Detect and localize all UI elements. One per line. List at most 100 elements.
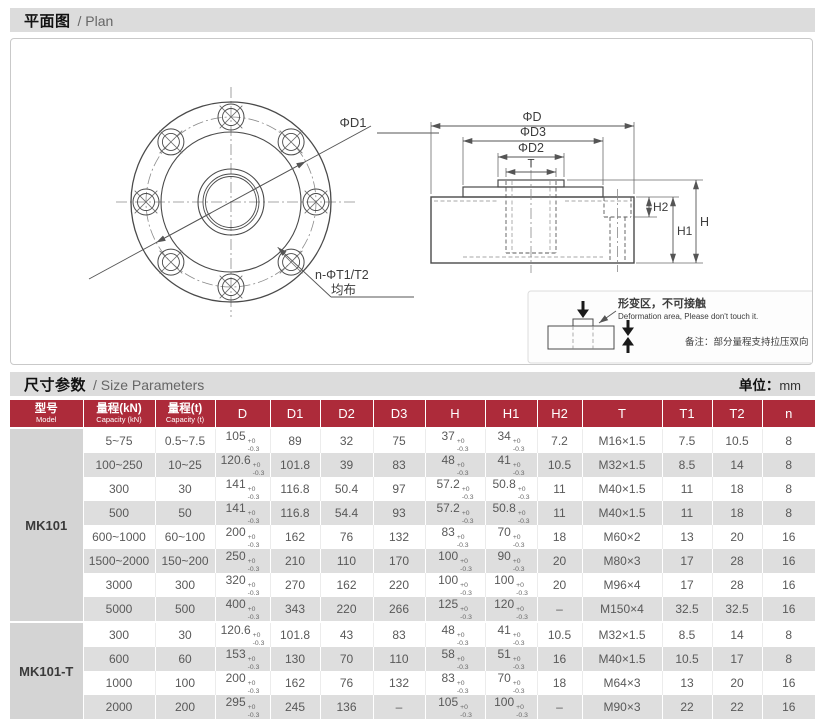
table-cell: 48+0-0.3 — [425, 453, 485, 477]
table-cell: 70+0-0.3 — [485, 671, 537, 695]
section-view: ΦD ΦD3 ΦD2 T H2 H1 H — [431, 110, 709, 273]
plan-section-title: 平面图 / Plan — [24, 10, 113, 31]
table-cell: 32.5 — [662, 597, 712, 622]
table-cell: 14 — [712, 453, 762, 477]
tolerance: +0-0.3 — [516, 704, 528, 719]
table-cell: 57.2+0-0.3 — [425, 477, 485, 501]
table-cell: M32×1.5 — [582, 453, 662, 477]
table-cell: 89 — [270, 428, 320, 453]
tolerance: +0-0.3 — [518, 510, 530, 525]
dim-label-h2: H2 — [653, 200, 669, 214]
col-header-n: n — [762, 400, 815, 428]
unit-label-zh: 单位： — [739, 378, 780, 393]
table-cell: 10~25 — [155, 453, 215, 477]
table-cell: 162 — [320, 573, 373, 597]
table-cell: 10.5 — [662, 647, 712, 671]
table-row: 50050141+0-0.3116.854.49357.2+0-0.350.8+… — [10, 501, 815, 525]
page: { "plan_header": { "zh": "平面图", "en": "/… — [0, 0, 821, 721]
table-cell: 200+0-0.3 — [215, 525, 270, 549]
table-cell: 210 — [270, 549, 320, 573]
table-cell: 220 — [373, 573, 425, 597]
table-cell: M60×2 — [582, 525, 662, 549]
table-cell: 32.5 — [712, 597, 762, 622]
table-row: MK101-T30030120.6+0-0.3101.8438348+0-0.3… — [10, 622, 815, 647]
tolerance: +0-0.3 — [460, 558, 472, 573]
plan-title-zh: 平面图 — [24, 10, 71, 31]
table-cell: M150×4 — [582, 597, 662, 622]
table-cell: 343 — [270, 597, 320, 622]
table-cell: 20 — [712, 671, 762, 695]
table-cell: 120.6+0-0.3 — [215, 622, 270, 647]
table-cell: 97 — [373, 477, 425, 501]
table-cell: 150~200 — [155, 549, 215, 573]
table-cell: 136 — [320, 695, 373, 719]
table-row: MK1015~750.5~7.5105+0-0.389327537+0-0.33… — [10, 428, 815, 453]
note-en: Deformation area, Please don't touch it. — [618, 312, 758, 321]
size-parameters-table: 型号Model量程(kN)Capacity (kN)量程(t)Capacity … — [10, 400, 815, 719]
table-cell: 270 — [270, 573, 320, 597]
table-cell: 50.8+0-0.3 — [485, 477, 537, 501]
tolerance: +0-0.3 — [248, 438, 260, 453]
right-dimensions: H2 H1 H — [567, 180, 709, 263]
table-cell: 8.5 — [662, 622, 712, 647]
table-cell: M16×1.5 — [582, 428, 662, 453]
col-header-h: H — [425, 400, 485, 428]
dim-label-d3: ΦD3 — [520, 125, 546, 139]
table-row: 1000100200+0-0.31627613283+0-0.370+0-0.3… — [10, 671, 815, 695]
tolerance: +0-0.3 — [248, 704, 260, 719]
table-body: MK1015~750.5~7.5105+0-0.389327537+0-0.33… — [10, 428, 815, 719]
col-header-capacity-t-: 量程(t)Capacity (t) — [155, 400, 215, 428]
table-cell: 16 — [762, 597, 815, 622]
table-cell: 18 — [712, 501, 762, 525]
table-row: 100~25010~25120.6+0-0.3101.8398348+0-0.3… — [10, 453, 815, 477]
table-cell: 32 — [320, 428, 373, 453]
table-cell: 58+0-0.3 — [425, 647, 485, 671]
drawing-panel: ΦD1 n-ΦT1/T2 均布 ΦD ΦD3 — [10, 38, 813, 365]
table-cell: 600 — [83, 647, 155, 671]
tolerance: +0-0.3 — [457, 656, 469, 671]
table-cell: 162 — [270, 525, 320, 549]
table-cell: 105+0-0.3 — [425, 695, 485, 719]
table-cell: 120.6+0-0.3 — [215, 453, 270, 477]
tolerance: +0-0.3 — [248, 656, 260, 671]
table-cell: 125+0-0.3 — [425, 597, 485, 622]
dim-label-d1: ΦD1 — [340, 115, 367, 130]
tolerance: +0-0.3 — [513, 438, 525, 453]
plan-title-en: / Plan — [78, 13, 114, 29]
dim-label-t: T — [527, 159, 534, 171]
col-header-h2: H2 — [537, 400, 582, 428]
table-cell: 28 — [712, 573, 762, 597]
note-zh: 形变区，不可接触 — [618, 296, 706, 310]
table-cell: 20 — [537, 573, 582, 597]
dim-label-d: ΦD — [522, 110, 541, 124]
table-cell: 8 — [762, 647, 815, 671]
tolerance: +0-0.3 — [248, 606, 260, 621]
col-header-capacity-kn-: 量程(kN)Capacity (kN) — [83, 400, 155, 428]
col-header-t1: T1 — [662, 400, 712, 428]
table-cell: 48+0-0.3 — [425, 622, 485, 647]
table-cell: 141+0-0.3 — [215, 477, 270, 501]
table-cell: 16 — [762, 695, 815, 719]
table-cell: 11 — [662, 477, 712, 501]
tolerance: +0-0.3 — [513, 680, 525, 695]
table-cell: 51+0-0.3 — [485, 647, 537, 671]
table-cell: 28 — [712, 549, 762, 573]
table-cell: 600~1000 — [83, 525, 155, 549]
table-cell: 500 — [83, 501, 155, 525]
col-header-d: D — [215, 400, 270, 428]
table-cell: M40×1.5 — [582, 477, 662, 501]
tolerance: +0-0.3 — [457, 534, 469, 549]
dim-label-h: H — [700, 215, 709, 229]
table-cell: – — [537, 597, 582, 622]
table-cell: 100 — [155, 671, 215, 695]
table-cell: 100+0-0.3 — [425, 549, 485, 573]
col-header-h1: H1 — [485, 400, 537, 428]
table-cell: 20 — [712, 525, 762, 549]
tolerance: +0-0.3 — [460, 704, 472, 719]
table-cell: 43 — [320, 622, 373, 647]
table-cell: 17 — [662, 549, 712, 573]
table-cell: M40×1.5 — [582, 647, 662, 671]
plan-view: ΦD1 n-ΦT1/T2 均布 — [89, 87, 439, 317]
table-cell: 20 — [537, 549, 582, 573]
table-cell: 37+0-0.3 — [425, 428, 485, 453]
